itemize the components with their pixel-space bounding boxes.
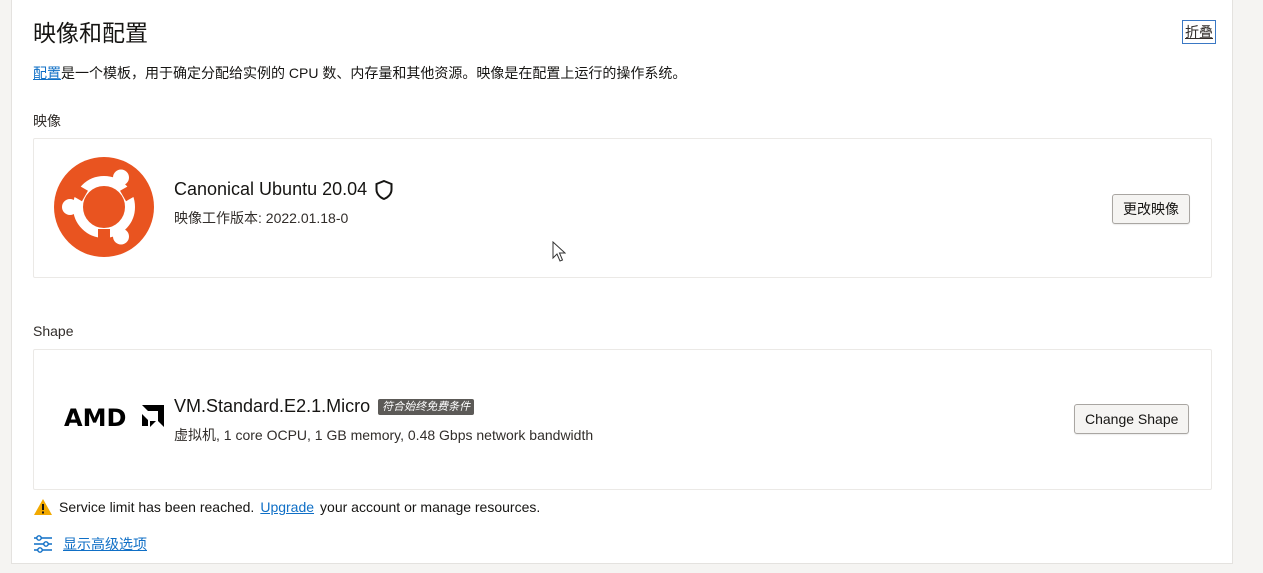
shape-help-link[interactable]: 配置: [33, 65, 61, 81]
image-name-row: Canonical Ubuntu 20.04: [174, 179, 393, 200]
image-name: Canonical Ubuntu 20.04: [174, 179, 368, 199]
upgrade-link[interactable]: Upgrade: [260, 499, 314, 515]
section-description: 配置是一个模板，用于确定分配给实例的 CPU 数、内存量和其他资源。映像是在配置…: [33, 63, 686, 83]
warning-text-before: Service limit has been reached.: [59, 499, 255, 515]
show-advanced-options-link[interactable]: 显示高级选项: [63, 534, 147, 554]
shield-icon: [375, 179, 393, 200]
shape-name: VM.Standard.E2.1.Micro: [174, 396, 371, 416]
section-title: 映像和配置: [33, 20, 148, 46]
service-limit-warning: Service limit has been reached. Upgrade …: [33, 498, 540, 516]
amd-logo-icon: AMD: [64, 404, 164, 430]
image-card: Canonical Ubuntu 20.04 映像工作版本: 2022.01.1…: [33, 138, 1212, 278]
advanced-options[interactable]: 显示高级选项: [33, 534, 147, 554]
change-shape-button[interactable]: Change Shape: [1074, 404, 1190, 434]
shape-card: AMD VM.Standard.E2.1.Micro 符合始终免费条件 虚拟机,…: [33, 349, 1212, 490]
always-free-badge: 符合始终免费条件: [378, 398, 475, 415]
description-text: 是一个模板，用于确定分配给实例的 CPU 数、内存量和其他资源。映像是在配置上运…: [61, 65, 687, 81]
image-build: 映像工作版本: 2022.01.18-0: [174, 210, 349, 226]
shape-section-label: Shape: [33, 323, 74, 339]
collapse-button[interactable]: 折叠: [1182, 20, 1216, 44]
warning-text-after: your account or manage resources.: [320, 499, 541, 515]
ubuntu-logo-icon: [54, 157, 154, 257]
settings-sliders-icon: [34, 535, 52, 553]
shape-name-row: VM.Standard.E2.1.Micro 符合始终免费条件: [174, 396, 475, 417]
shape-spec: 虚拟机, 1 core OCPU, 1 GB memory, 0.48 Gbps…: [174, 427, 594, 443]
mouse-cursor-icon: [552, 241, 566, 262]
amd-logo-text: AMD: [64, 404, 126, 430]
warning-icon: [34, 499, 52, 515]
image-section-label: 映像: [33, 113, 61, 129]
change-image-button[interactable]: 更改映像: [1112, 194, 1190, 224]
